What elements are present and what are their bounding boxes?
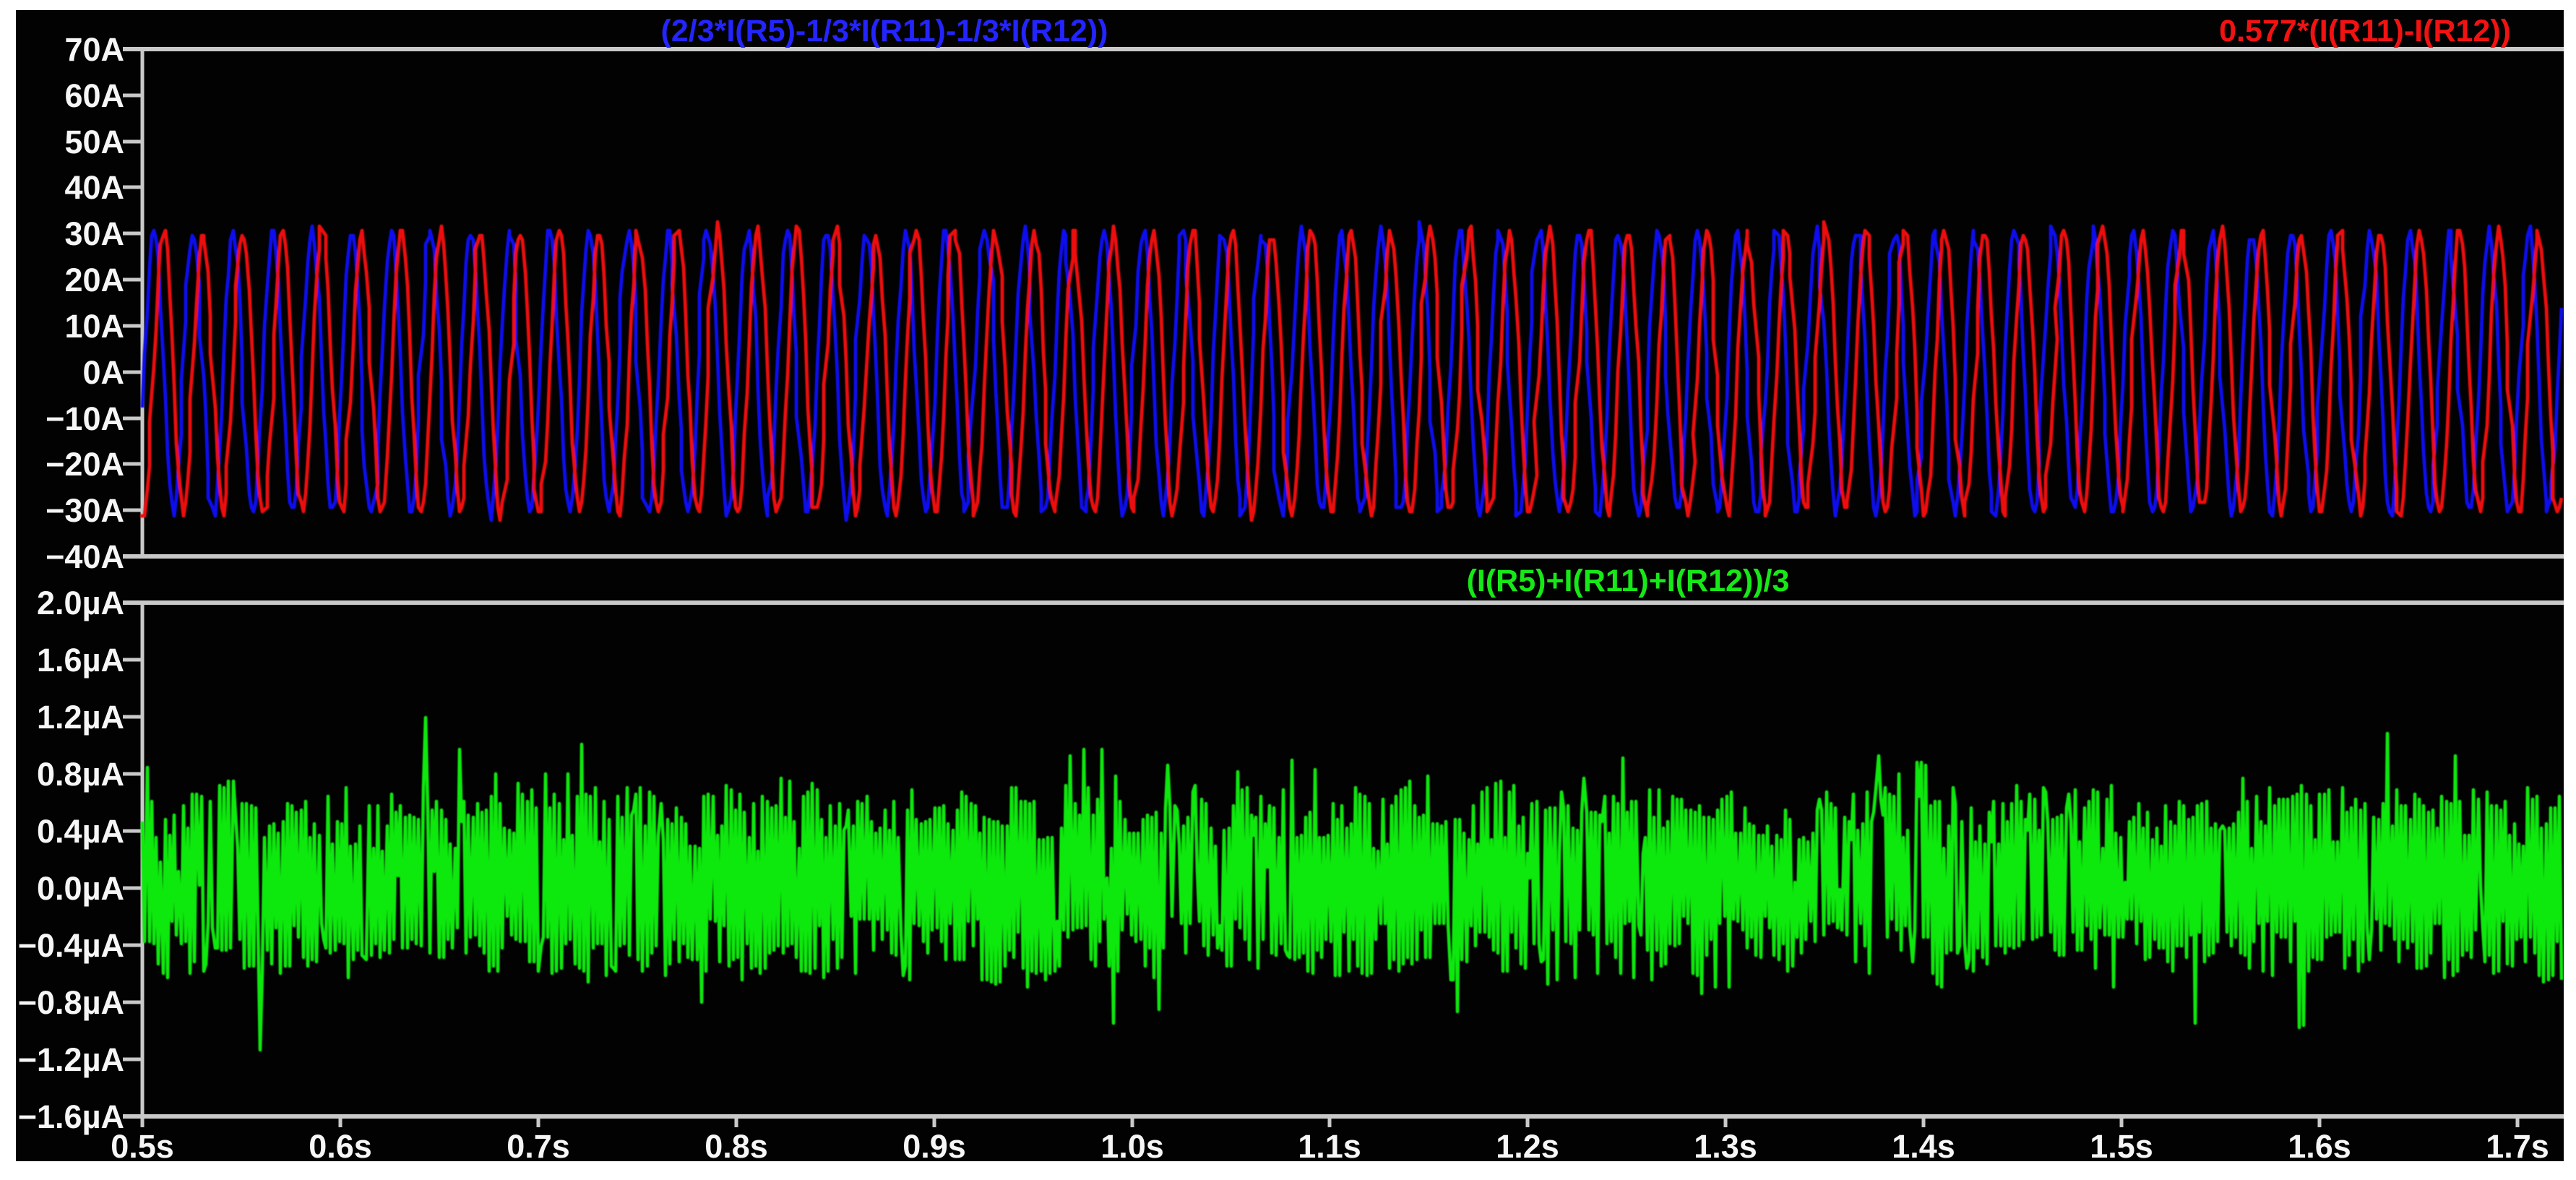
svg-text:−1.2µA: −1.2µA xyxy=(18,1041,124,1078)
svg-text:0.577*(I(R11)-I(R12)): 0.577*(I(R11)-I(R12)) xyxy=(2219,14,2511,48)
svg-text:1.2µA: 1.2µA xyxy=(37,699,124,736)
svg-text:0.5s: 0.5s xyxy=(111,1128,174,1165)
svg-text:−40A: −40A xyxy=(46,538,124,575)
svg-text:1.6s: 1.6s xyxy=(2288,1128,2351,1165)
svg-text:1.7s: 1.7s xyxy=(2486,1128,2549,1165)
svg-text:70A: 70A xyxy=(64,31,124,68)
svg-text:0.8s: 0.8s xyxy=(705,1128,768,1165)
svg-text:−0.8µA: −0.8µA xyxy=(18,984,124,1021)
svg-text:1.2s: 1.2s xyxy=(1496,1128,1559,1165)
svg-text:−30A: −30A xyxy=(46,492,124,529)
svg-text:40A: 40A xyxy=(64,169,124,206)
svg-text:0.0µA: 0.0µA xyxy=(37,870,124,907)
svg-text:0.4µA: 0.4µA xyxy=(37,813,124,850)
svg-text:(2/3*I(R5)-1/3*I(R11)-1/3*I(R1: (2/3*I(R5)-1/3*I(R11)-1/3*I(R12)) xyxy=(661,14,1108,48)
svg-text:0.6s: 0.6s xyxy=(309,1128,372,1165)
svg-text:1.0s: 1.0s xyxy=(1100,1128,1164,1165)
svg-text:0.9s: 0.9s xyxy=(903,1128,966,1165)
svg-text:1.5s: 1.5s xyxy=(2090,1128,2153,1165)
svg-text:−1.6µA: −1.6µA xyxy=(18,1098,124,1135)
svg-text:−20A: −20A xyxy=(46,446,124,483)
svg-text:2.0µA: 2.0µA xyxy=(37,585,124,621)
svg-text:1.3s: 1.3s xyxy=(1694,1128,1757,1165)
svg-text:0.8µA: 0.8µA xyxy=(37,756,124,793)
svg-text:20A: 20A xyxy=(64,262,124,298)
svg-text:30A: 30A xyxy=(64,215,124,252)
svg-text:60A: 60A xyxy=(64,77,124,114)
svg-text:1.4s: 1.4s xyxy=(1892,1128,1955,1165)
svg-text:0A: 0A xyxy=(82,354,124,391)
svg-text:(I(R5)+I(R11)+I(R12))/3: (I(R5)+I(R11)+I(R12))/3 xyxy=(1467,564,1790,598)
svg-text:0.7s: 0.7s xyxy=(507,1128,570,1165)
svg-text:−0.4µA: −0.4µA xyxy=(18,927,124,964)
svg-text:1.6µA: 1.6µA xyxy=(37,642,124,679)
svg-text:1.1s: 1.1s xyxy=(1298,1128,1361,1165)
svg-text:10A: 10A xyxy=(64,308,124,345)
svg-text:−10A: −10A xyxy=(46,400,124,437)
svg-text:50A: 50A xyxy=(64,124,124,160)
